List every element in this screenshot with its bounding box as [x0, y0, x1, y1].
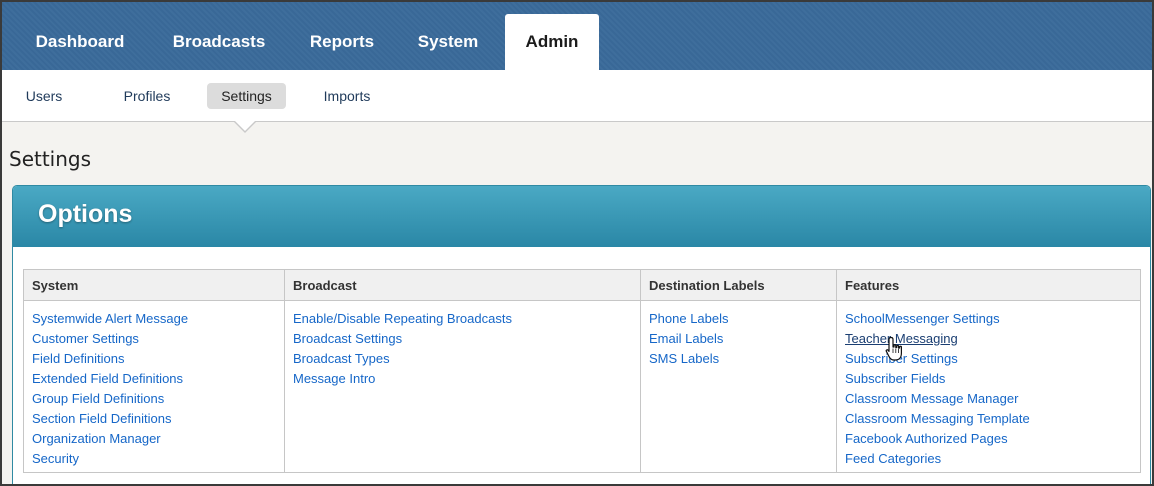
- link-schoolmessenger-settings[interactable]: SchoolMessenger Settings: [845, 309, 1140, 329]
- broadcast-column: Broadcast Enable/Disable Repeating Broad…: [285, 270, 641, 472]
- link-message-intro[interactable]: Message Intro: [293, 369, 640, 389]
- tab-broadcasts[interactable]: Broadcasts: [155, 14, 283, 70]
- features-column: Features SchoolMessenger Settings Teache…: [837, 270, 1140, 472]
- link-subscriber-fields[interactable]: Subscriber Fields: [845, 369, 1140, 389]
- link-group-field-definitions[interactable]: Group Field Definitions: [32, 389, 284, 409]
- options-panel: Options System Systemwide Alert Message …: [12, 185, 1151, 484]
- system-column-header: System: [24, 270, 284, 301]
- link-security[interactable]: Security: [32, 449, 284, 469]
- link-phone-labels[interactable]: Phone Labels: [649, 309, 836, 329]
- hand-pointer-icon: [885, 336, 902, 361]
- broadcast-column-header: Broadcast: [285, 270, 640, 301]
- system-column: System Systemwide Alert Message Customer…: [24, 270, 285, 472]
- tab-reports[interactable]: Reports: [292, 14, 392, 70]
- app-window: Dashboard Broadcasts Reports System Admi…: [0, 0, 1154, 486]
- sub-navigation: Users Profiles Settings Imports: [2, 70, 1152, 122]
- options-panel-title: Options: [38, 200, 133, 228]
- options-panel-header: Options: [13, 186, 1150, 247]
- subnav-settings[interactable]: Settings: [207, 83, 286, 109]
- link-extended-field-definitions[interactable]: Extended Field Definitions: [32, 369, 284, 389]
- page-title: Settings: [9, 147, 92, 171]
- link-feed-categories[interactable]: Feed Categories: [845, 449, 1140, 469]
- tab-system[interactable]: System: [400, 14, 496, 70]
- link-broadcast-settings[interactable]: Broadcast Settings: [293, 329, 640, 349]
- active-subnav-pointer-fill: [234, 120, 256, 131]
- link-section-field-definitions[interactable]: Section Field Definitions: [32, 409, 284, 429]
- features-column-header: Features: [837, 270, 1140, 301]
- link-facebook-authorized-pages[interactable]: Facebook Authorized Pages: [845, 429, 1140, 449]
- link-field-definitions[interactable]: Field Definitions: [32, 349, 284, 369]
- destination-labels-column: Destination Labels Phone Labels Email La…: [641, 270, 837, 472]
- link-classroom-messaging-template[interactable]: Classroom Messaging Template: [845, 409, 1140, 429]
- subnav-users[interactable]: Users: [22, 83, 66, 109]
- link-organization-manager[interactable]: Organization Manager: [32, 429, 284, 449]
- link-enable-disable-repeating-broadcasts[interactable]: Enable/Disable Repeating Broadcasts: [293, 309, 640, 329]
- main-navigation: Dashboard Broadcasts Reports System Admi…: [2, 2, 1152, 70]
- link-broadcast-types[interactable]: Broadcast Types: [293, 349, 640, 369]
- link-email-labels[interactable]: Email Labels: [649, 329, 836, 349]
- tab-admin[interactable]: Admin: [505, 14, 599, 70]
- link-classroom-message-manager[interactable]: Classroom Message Manager: [845, 389, 1140, 409]
- link-customer-settings[interactable]: Customer Settings: [32, 329, 284, 349]
- link-sms-labels[interactable]: SMS Labels: [649, 349, 836, 369]
- subnav-imports[interactable]: Imports: [316, 83, 378, 109]
- tab-dashboard[interactable]: Dashboard: [20, 14, 140, 70]
- destination-labels-column-header: Destination Labels: [641, 270, 836, 301]
- options-table: System Systemwide Alert Message Customer…: [23, 269, 1141, 473]
- subnav-profiles[interactable]: Profiles: [114, 83, 180, 109]
- link-systemwide-alert-message[interactable]: Systemwide Alert Message: [32, 309, 284, 329]
